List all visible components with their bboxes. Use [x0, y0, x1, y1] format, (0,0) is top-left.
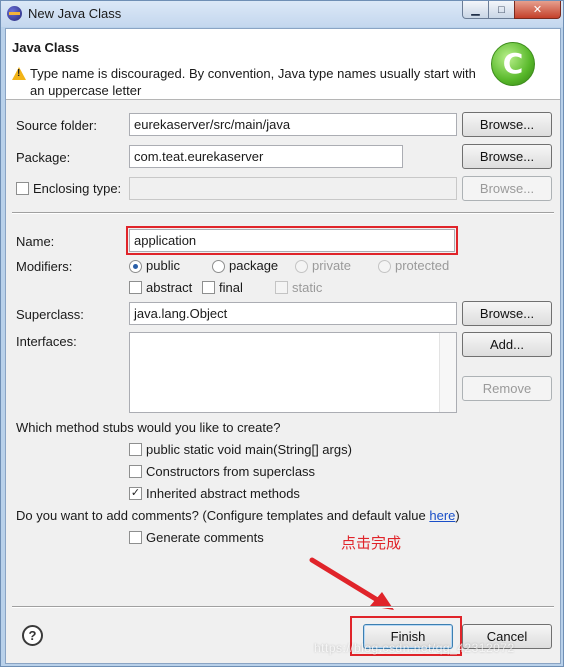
method-stubs-question: Which method stubs would you like to cre… — [16, 420, 281, 435]
remove-interface-button: Remove — [462, 376, 552, 401]
enclosing-type-browse-button: Browse... — [462, 176, 552, 201]
superclass-label: Superclass: — [16, 307, 84, 322]
annotation-text: 点击完成 — [341, 534, 402, 552]
close-button[interactable]: ✕ — [514, 1, 561, 19]
stub-constructors-label: Constructors from superclass — [146, 464, 316, 479]
interfaces-label: Interfaces: — [16, 334, 77, 349]
maximize-button[interactable]: □ — [488, 1, 515, 19]
modifier-public-label: public — [146, 258, 180, 273]
minimize-button[interactable]: ▁ — [462, 1, 489, 19]
superclass-browse-button[interactable]: Browse... — [462, 301, 552, 326]
dialog-content: Java Class Type name is discouraged. By … — [5, 28, 561, 664]
modifier-protected-label: protected — [395, 258, 450, 273]
configure-templates-link[interactable]: here — [429, 508, 455, 523]
stub-constructors-checkbox[interactable] — [129, 465, 142, 478]
warning-icon — [12, 67, 26, 80]
package-browse-button[interactable]: Browse... — [462, 144, 552, 169]
separator — [12, 212, 554, 214]
name-highlight-box — [126, 226, 458, 255]
title-bar[interactable]: New Java Class ▁ □ ✕ — [1, 1, 563, 27]
wizard-header: Java Class Type name is discouraged. By … — [6, 29, 560, 100]
modifiers-label: Modifiers: — [16, 259, 73, 274]
stub-inherited-label: Inherited abstract methods — [146, 486, 300, 501]
enclosing-type-label: Enclosing type: — [33, 181, 122, 196]
modifier-private-radio — [295, 260, 308, 273]
modifier-private-label: private — [312, 258, 352, 273]
source-folder-browse-button[interactable]: Browse... — [462, 112, 552, 137]
interfaces-list[interactable] — [129, 332, 457, 413]
comments-question-text: Do you want to add comments? (Configure … — [16, 508, 430, 523]
java-class-wizard-icon: C — [491, 42, 535, 86]
help-icon[interactable]: ? — [22, 625, 43, 646]
package-label: Package: — [16, 150, 71, 165]
comments-question-close: ) — [455, 508, 460, 523]
modifier-abstract-label: abstract — [146, 280, 193, 295]
modifier-final-label: final — [219, 280, 243, 295]
name-label: Name: — [16, 234, 55, 249]
eclipse-icon — [7, 6, 22, 21]
modifier-abstract-checkbox[interactable] — [129, 281, 142, 294]
modifier-static-label: static — [292, 280, 323, 295]
superclass-input[interactable]: java.lang.Object — [129, 302, 457, 325]
stub-main-label: public static void main(String[] args) — [146, 442, 352, 457]
footer-separator — [12, 606, 554, 608]
generate-comments-label: Generate comments — [146, 530, 264, 545]
warning-message: Type name is discouraged. By convention,… — [30, 66, 476, 98]
window-title: New Java Class — [28, 6, 122, 21]
add-interface-button[interactable]: Add... — [462, 332, 552, 357]
new-java-class-window: New Java Class ▁ □ ✕ Java Class Type nam… — [0, 0, 564, 667]
enclosing-type-input — [129, 177, 457, 200]
generate-comments-checkbox[interactable] — [129, 531, 142, 544]
wizard-title: Java Class — [12, 40, 80, 55]
modifier-protected-radio — [378, 260, 391, 273]
package-input[interactable]: com.teat.eurekaserver — [129, 145, 403, 168]
modifier-package-label: package — [229, 258, 279, 273]
source-folder-input[interactable]: eurekaserver/src/main/java — [129, 113, 457, 136]
source-folder-label: Source folder: — [16, 118, 97, 133]
stub-main-checkbox[interactable] — [129, 443, 142, 456]
modifier-final-checkbox[interactable] — [202, 281, 215, 294]
modifier-static-checkbox — [275, 281, 288, 294]
comments-question: Do you want to add comments? (Configure … — [16, 508, 460, 523]
enclosing-type-checkbox[interactable] — [16, 182, 29, 195]
modifier-public-radio[interactable] — [129, 260, 142, 273]
interfaces-list-scrollbar[interactable] — [439, 333, 456, 412]
modifier-package-radio[interactable] — [212, 260, 225, 273]
watermark: https://blog.csdn.net/qq_42312072 — [314, 641, 515, 655]
stub-inherited-checkbox[interactable]: ✓ — [129, 487, 142, 500]
